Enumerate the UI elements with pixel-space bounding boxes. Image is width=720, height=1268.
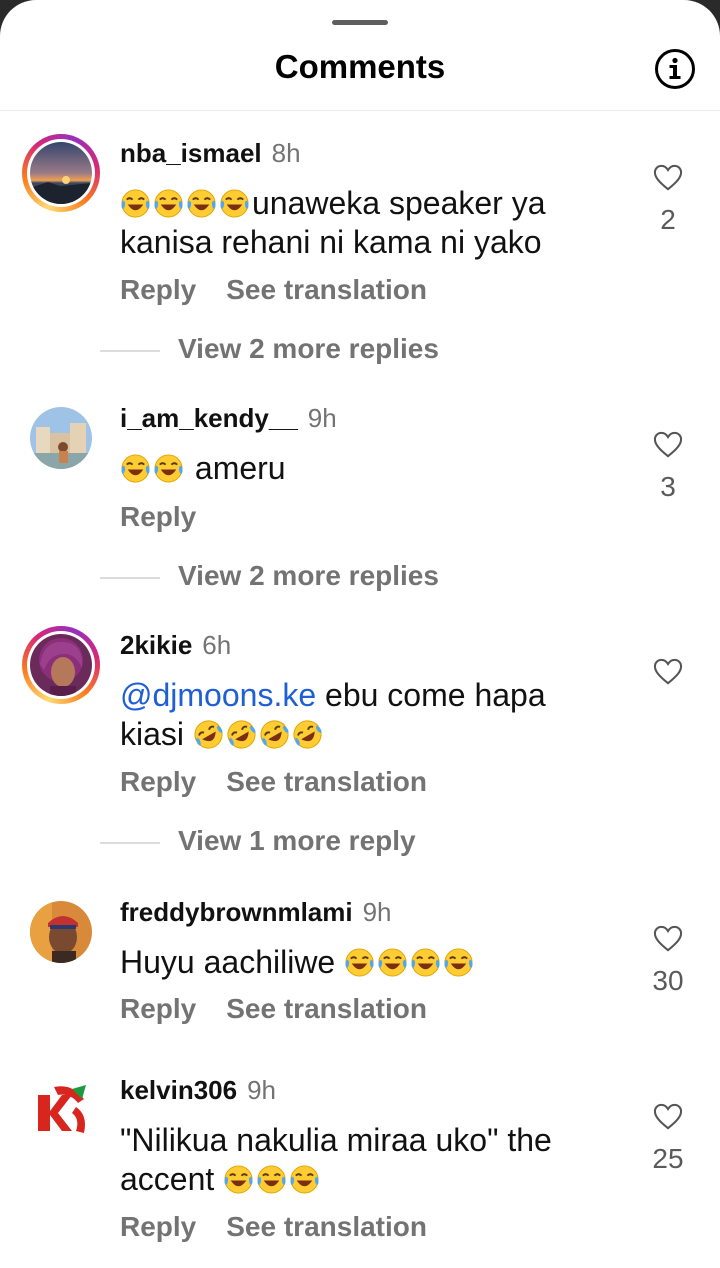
replies-divider (100, 349, 160, 352)
like-button[interactable]: 3 (642, 431, 694, 503)
comment-time: 8h (271, 138, 301, 168)
comment-time: 9h (247, 1075, 277, 1105)
heart-icon[interactable] (653, 658, 683, 686)
face-with-tears-of-joy-icon (186, 188, 217, 219)
rolling-on-the-floor-laughing-icon (259, 719, 290, 750)
reply-button[interactable]: Reply (120, 274, 196, 306)
see-translation-button[interactable]: See translation (226, 274, 427, 306)
like-button[interactable]: 25 (642, 1103, 694, 1175)
comment-username[interactable]: 2kikie (120, 630, 192, 660)
comment-text: "Nilikua nakulia miraa uko" the accent (120, 1122, 552, 1197)
reply-button[interactable]: Reply (120, 766, 196, 798)
see-translation-button[interactable]: See translation (226, 1211, 427, 1243)
comment-text: @djmoons.ke ebu come hapa kiasi (120, 677, 546, 752)
avatar[interactable] (22, 1075, 100, 1153)
page-title: Comments (274, 48, 446, 85)
face-with-tears-of-joy-icon (120, 453, 151, 484)
comment-text: Huyu aachiliwe (120, 943, 620, 982)
face-with-tears-of-joy-icon (256, 1164, 287, 1195)
comment-username[interactable]: freddybrownmlami (120, 897, 353, 927)
face-with-tears-of-joy-icon (223, 1164, 254, 1195)
comment-time: 9h (307, 403, 337, 433)
face-with-tears-of-joy-icon (120, 188, 151, 219)
rolling-on-the-floor-laughing-icon (226, 719, 257, 750)
comment-username[interactable]: nba_ismael (120, 138, 262, 168)
replies-divider (100, 841, 160, 844)
avatar[interactable] (22, 134, 100, 212)
comment-text: ameru (120, 449, 620, 488)
comment-time: 6h (202, 630, 232, 660)
face-with-tears-of-joy-icon (219, 188, 250, 219)
face-with-tears-of-joy-icon (153, 453, 184, 484)
view-replies-button[interactable]: View 2 more replies (100, 560, 439, 592)
face-with-tears-of-joy-icon (289, 1164, 320, 1195)
avatar[interactable] (22, 893, 100, 971)
reply-button[interactable]: Reply (120, 501, 196, 533)
face-with-tears-of-joy-icon (410, 947, 441, 978)
comment-time: 9h (362, 897, 392, 927)
drag-handle[interactable] (332, 20, 388, 25)
heart-icon[interactable] (653, 925, 683, 953)
replies-divider (100, 576, 160, 579)
rolling-on-the-floor-laughing-icon (193, 719, 224, 750)
face-with-tears-of-joy-icon (153, 188, 184, 219)
heart-icon[interactable] (653, 164, 683, 192)
reply-button[interactable]: Reply (120, 1211, 196, 1243)
comment-text: unaweka speaker ya kanisa rehani ni kama… (120, 185, 546, 260)
rolling-on-the-floor-laughing-icon (292, 719, 323, 750)
info-icon[interactable] (654, 48, 696, 90)
see-translation-button[interactable]: See translation (226, 993, 427, 1025)
brand-logo-icon (38, 1085, 86, 1133)
face-with-tears-of-joy-icon (377, 947, 408, 978)
like-count: 30 (652, 965, 684, 996)
view-replies-button[interactable]: View 2 more replies (100, 333, 439, 365)
mention-link[interactable]: @djmoons.ke (120, 677, 316, 713)
see-translation-button[interactable]: See translation (226, 766, 427, 798)
avatar[interactable] (22, 399, 100, 477)
avatar[interactable] (22, 626, 100, 704)
like-button[interactable] (642, 658, 694, 698)
comment-username[interactable]: i_am_kendy__ (120, 403, 298, 433)
heart-icon[interactable] (653, 431, 683, 459)
comment-username[interactable]: kelvin306 (120, 1075, 237, 1105)
comments-sheet: Comments nba_ismael 8h unaweka speaker y… (0, 0, 720, 1268)
like-count: 2 (660, 204, 676, 235)
view-replies-button[interactable]: View 1 more reply (100, 825, 416, 857)
like-count: 25 (652, 1143, 684, 1174)
reply-button[interactable]: Reply (120, 993, 196, 1025)
like-button[interactable]: 30 (642, 925, 694, 997)
face-with-tears-of-joy-icon (443, 947, 474, 978)
heart-icon[interactable] (653, 1103, 683, 1131)
face-with-tears-of-joy-icon (344, 947, 375, 978)
like-count: 3 (660, 471, 676, 502)
header-divider (0, 110, 720, 111)
like-button[interactable]: 2 (642, 164, 694, 236)
